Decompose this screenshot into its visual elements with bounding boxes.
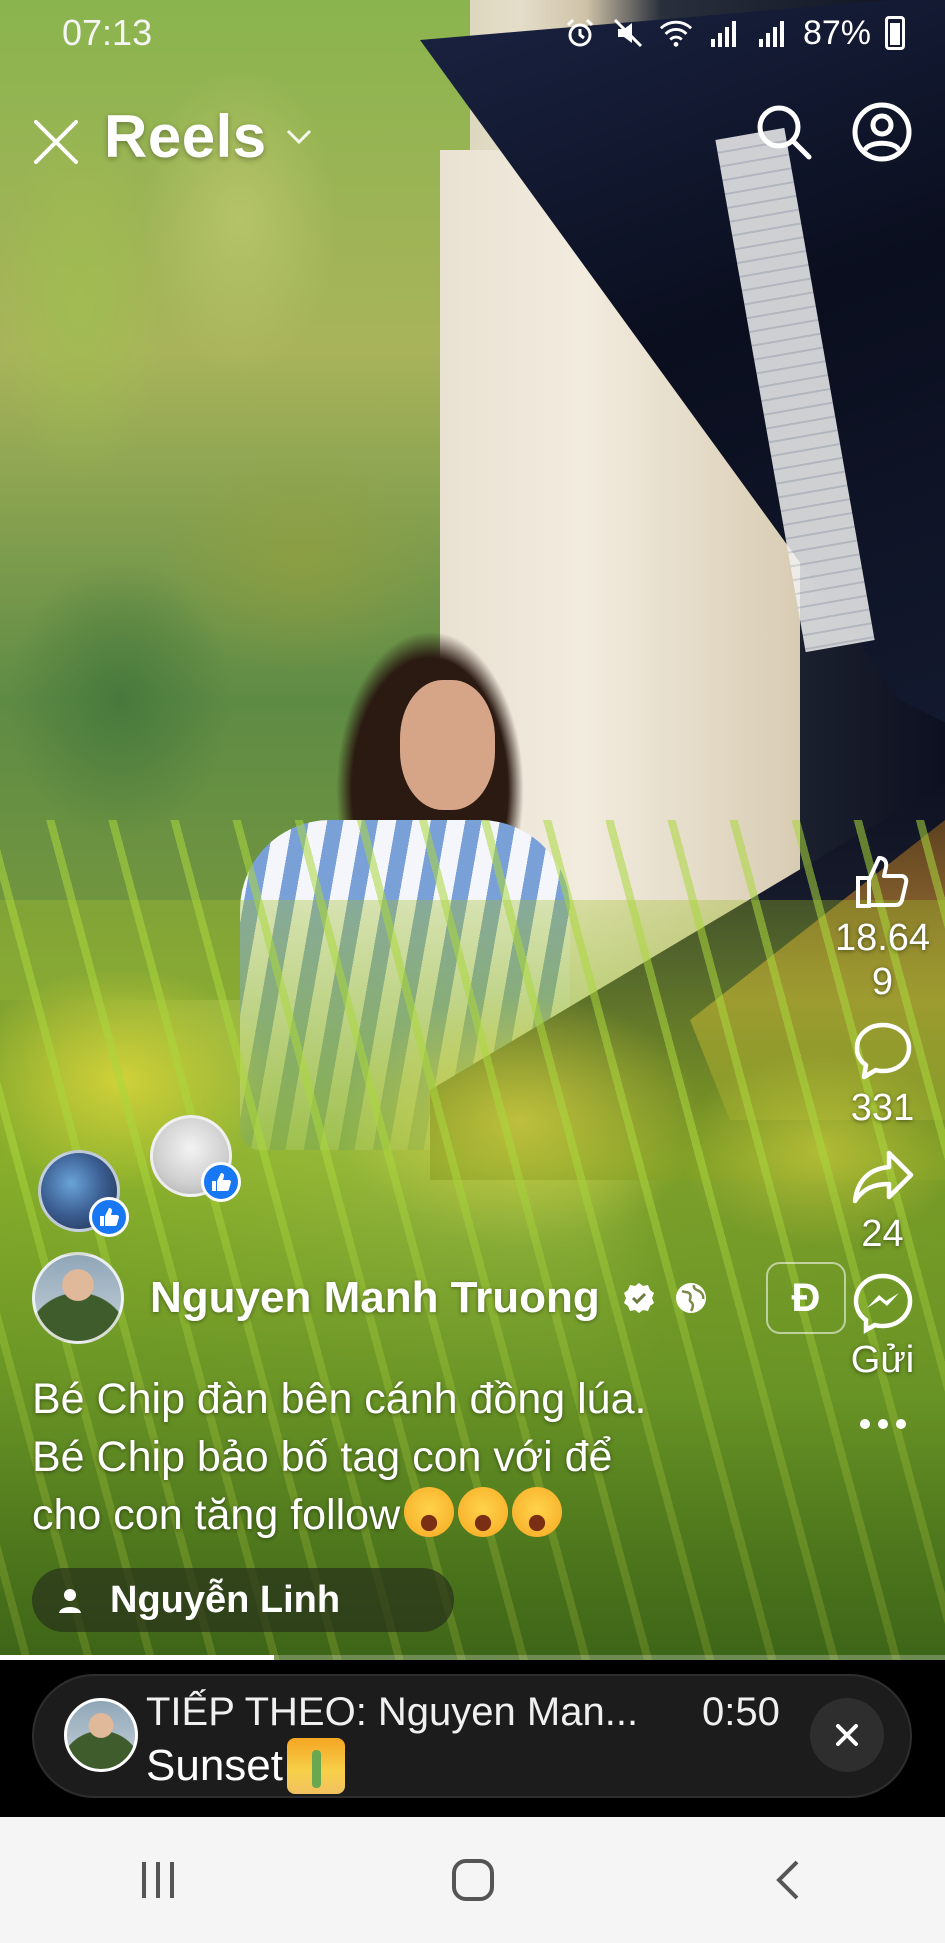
like-count: 18.64 9 [834,917,931,1003]
comment-count: 331 [850,1087,915,1129]
share-action[interactable]: 24 [820,1142,945,1256]
send-label: Gửi [850,1339,915,1381]
page-title: Reels [104,103,267,170]
status-bar: 07:13 87% [0,0,945,66]
share-icon [852,1150,913,1204]
next-reel-title: TIẾP THEO: Nguyen Man... [146,1690,639,1734]
recent-apps-button[interactable] [98,1840,218,1920]
search-icon [757,105,812,160]
author-row: Nguyen Manh Truong [32,1252,708,1344]
home-icon [451,1859,494,1901]
recent-apps-icon [141,1862,174,1898]
globe-icon [675,1283,706,1313]
dismiss-next-button[interactable] [810,1698,884,1772]
send-button[interactable] [848,1268,918,1338]
more-dots-icon [859,1419,906,1429]
mute-icon [611,16,645,50]
back-button[interactable] [728,1840,848,1920]
reels-title-menu[interactable]: Reels [104,102,313,171]
pianist-face [400,680,495,810]
home-button[interactable] [413,1840,533,1920]
profile-button[interactable] [846,96,918,168]
more-options-button[interactable] [858,1402,908,1432]
laughing-emoji-icon [512,1487,563,1537]
verified-badge-icon [623,1283,654,1313]
author-name[interactable]: Nguyen Manh Truong [150,1273,600,1323]
next-reel-card[interactable]: TIẾP THEO: Nguyen Man... 0:50 Sunset [32,1674,912,1798]
like-button[interactable] [848,846,918,916]
comment-action[interactable]: 331 [820,1016,945,1130]
signal-icon-1 [707,16,741,50]
laughing-emoji-icon [404,1487,455,1537]
share-count: 24 [861,1213,904,1255]
reactor-avatar-2[interactable] [150,1115,241,1202]
close-icon [34,120,78,164]
caption-line-2: Bé Chip bảo bố tag con với để [32,1433,613,1481]
share-button[interactable] [848,1142,918,1212]
caption-line-1: Bé Chip đàn bên cánh đồng lúa. [32,1375,647,1423]
close-icon [836,1724,858,1746]
laughing-emoji-icon [458,1487,509,1537]
follow-button[interactable]: Đ [766,1262,846,1334]
next-reel-duration: 0:50 [702,1690,780,1734]
profile-icon [852,102,912,162]
status-icons: 87% [563,14,905,53]
desert-emoji-icon [286,1738,345,1794]
action-column: 18.64 9 331 24 Gửi [820,846,945,1432]
tagged-person-name: Nguyễn Linh [110,1578,341,1621]
comment-button[interactable] [848,1016,918,1086]
caption-line-3: cho con tăng follow [32,1486,792,1544]
comment-icon [854,1022,911,1080]
wifi-icon [659,16,693,50]
author-avatar[interactable] [32,1252,124,1344]
tagged-person-pill[interactable]: Nguyễn Linh [32,1568,454,1632]
close-button[interactable] [24,110,88,174]
battery-icon [885,16,905,50]
like-badge-icon [89,1197,129,1237]
status-time: 07:13 [62,12,153,53]
person-icon [59,1589,81,1613]
reactor-avatar-1[interactable] [38,1150,129,1237]
like-badge-icon [201,1162,241,1202]
system-nav-bar [0,1817,945,1943]
thumbs-up-icon [855,856,908,908]
signal-icon-2 [755,16,789,50]
like-action[interactable]: 18.64 9 [820,846,945,1004]
messenger-icon [853,1273,912,1334]
search-button[interactable] [752,96,816,168]
next-reel-song: Sunset [146,1738,345,1794]
chevron-down-icon [285,120,313,154]
reel-caption[interactable]: Bé Chip đàn bên cánh đồng lúa. Bé Chip b… [32,1370,792,1544]
alarm-icon [563,16,597,50]
next-reel-avatar [64,1698,138,1772]
next-up-panel: TIẾP THEO: Nguyen Man... 0:50 Sunset [0,1660,945,1817]
battery-percent: 87% [802,13,871,52]
back-icon [775,1860,798,1900]
